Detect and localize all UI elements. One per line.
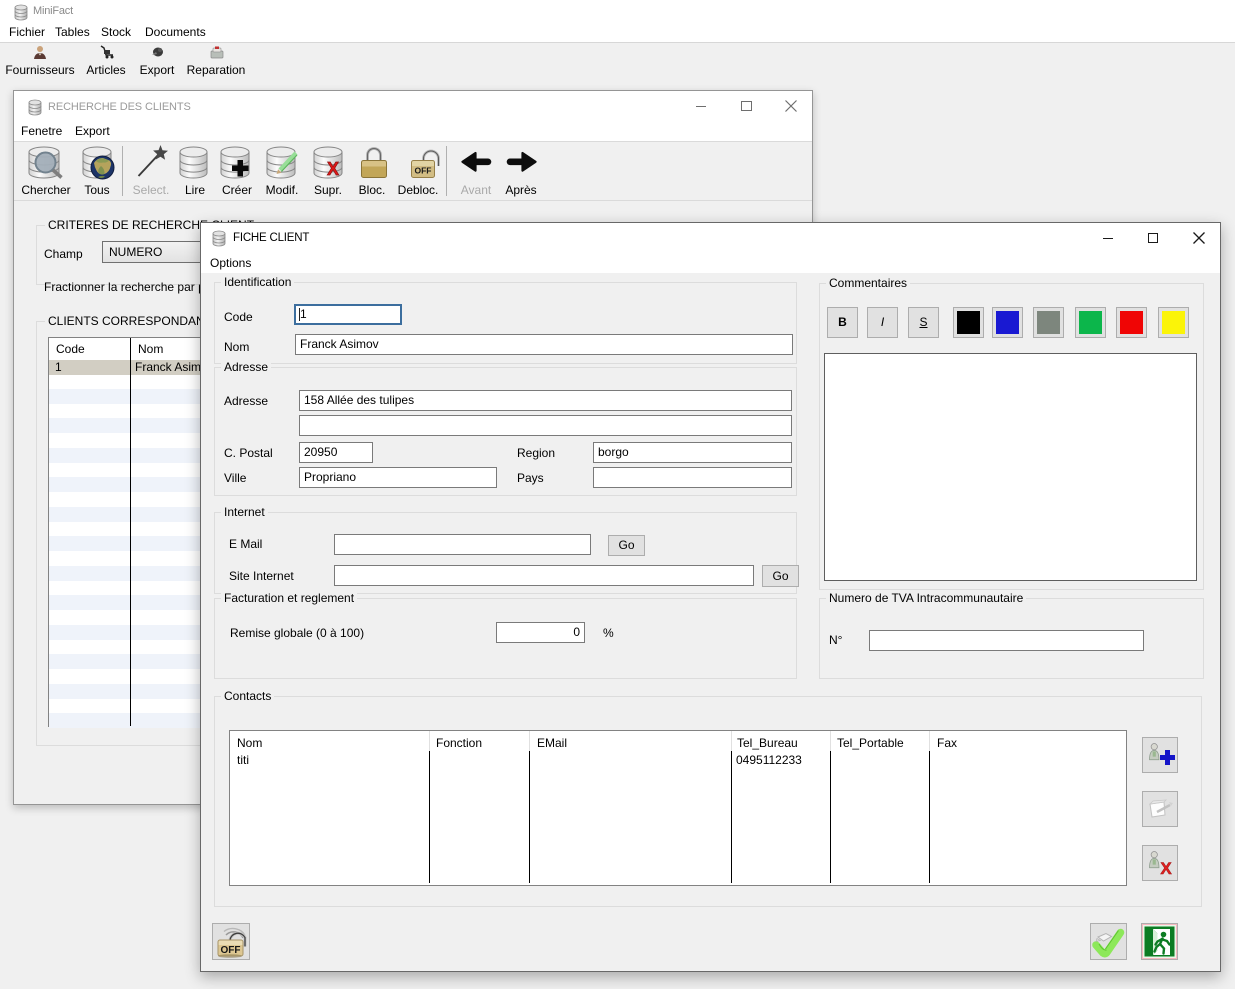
svg-text:X: X	[1160, 859, 1172, 878]
svg-text:OFF: OFF	[415, 166, 432, 176]
svg-text:OFF: OFF	[221, 945, 241, 956]
svg-text:X: X	[327, 159, 339, 179]
